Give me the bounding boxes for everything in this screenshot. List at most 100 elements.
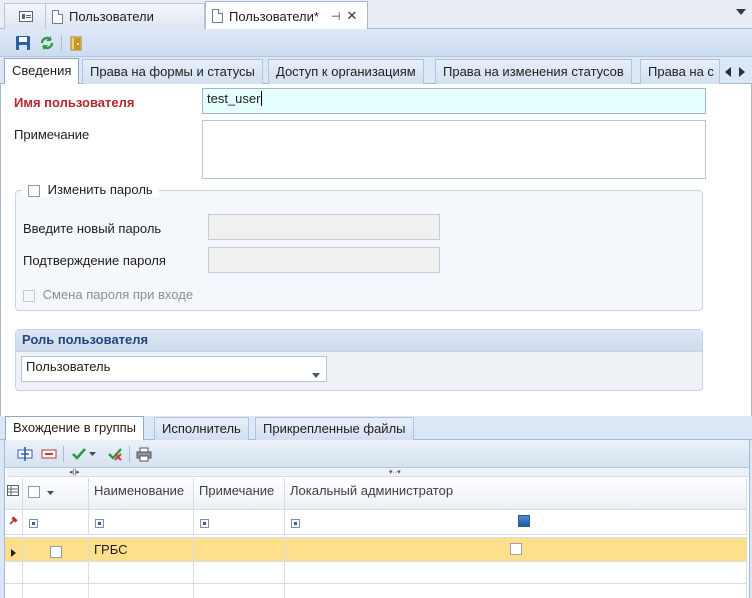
- empty-row: [5, 584, 23, 598]
- role-value: Пользователь: [26, 359, 111, 374]
- username-value: test_user: [207, 91, 261, 106]
- uncheck-button[interactable]: [105, 444, 125, 464]
- role-select[interactable]: Пользователь: [21, 356, 327, 382]
- row-admin-cell[interactable]: [285, 538, 747, 562]
- tab-group-membership[interactable]: Вхождение в группы: [5, 416, 145, 441]
- tabs-dropdown-icon[interactable]: [736, 9, 746, 15]
- details-panel: Имя пользователя test_user Примечание Из…: [0, 84, 752, 416]
- save-button[interactable]: [13, 33, 33, 53]
- grid-splitter[interactable]: ◂||▸ ▾··▾: [7, 468, 749, 477]
- row-select-cell[interactable]: [23, 538, 89, 562]
- pin-icon[interactable]: ⊣: [331, 10, 341, 23]
- role-group: Роль пользователя Пользователь: [15, 329, 703, 391]
- tab-form-rights[interactable]: Права на формы и статусы: [82, 59, 263, 84]
- row-note-cell[interactable]: [194, 538, 285, 562]
- change-password-toggle[interactable]: Изменить пароль: [22, 182, 159, 197]
- column-chooser-button[interactable]: [5, 478, 23, 510]
- new-password-label: Введите новый пароль: [23, 221, 162, 236]
- role-label: Роль пользователя: [16, 330, 702, 352]
- filter-note-cell[interactable]: [194, 510, 285, 535]
- change-password-checkbox[interactable]: [28, 184, 40, 197]
- empty-row: [194, 584, 285, 598]
- filter-icon: [291, 519, 300, 528]
- column-header-name[interactable]: Наименование: [89, 478, 194, 510]
- toolbar-separator: [61, 35, 62, 51]
- password-group: Изменить пароль Введите новый пароль Под…: [15, 182, 703, 311]
- check-button[interactable]: [69, 444, 89, 464]
- username-field[interactable]: test_user: [202, 88, 706, 114]
- select-all-checkbox[interactable]: [28, 485, 40, 498]
- tab-rights-more[interactable]: Права на с: [640, 59, 720, 84]
- chevron-down-icon: [312, 366, 320, 381]
- exit-button[interactable]: [67, 33, 87, 53]
- confirm-password-field[interactable]: [208, 247, 440, 273]
- filter-pin-icon: [9, 516, 18, 525]
- change-on-login-option[interactable]: Смена пароля при входе: [23, 287, 193, 302]
- document-tabs: Пользователи Пользователи* ⊣ ✕: [0, 0, 752, 30]
- details-tabs: Сведения Права на формы и статусы Доступ…: [0, 57, 752, 85]
- empty-row: [285, 584, 747, 598]
- change-on-login-checkbox[interactable]: [23, 289, 35, 302]
- empty-row: [89, 562, 194, 584]
- scroll-right-icon[interactable]: [739, 65, 746, 80]
- check-dropdown-button[interactable]: [87, 444, 97, 464]
- print-icon: [136, 447, 152, 461]
- splitter-grip-icon: ◂||▸: [69, 469, 80, 476]
- column-header-note[interactable]: Примечание: [194, 478, 285, 510]
- refresh-button[interactable]: [37, 33, 57, 53]
- chevron-down-icon: [88, 452, 96, 456]
- change-password-label: Изменить пароль: [47, 182, 153, 197]
- empty-row: [5, 562, 23, 584]
- refresh-icon: [40, 36, 54, 50]
- current-row-arrow-icon: [11, 549, 16, 557]
- tab-label: Пользователи*: [229, 8, 319, 24]
- filter-admin-checkbox[interactable]: [518, 515, 530, 527]
- tab-org-access[interactable]: Доступ к организациям: [268, 59, 424, 84]
- tab-users-list[interactable]: Пользователи: [45, 3, 205, 29]
- exit-door-icon: [70, 36, 82, 51]
- close-icon[interactable]: ✕: [347, 8, 358, 24]
- select-all-header[interactable]: [23, 478, 89, 510]
- change-on-login-label: Смена пароля при входе: [42, 287, 194, 302]
- form-icon: [19, 11, 33, 22]
- tab-executor[interactable]: Исполнитель: [154, 417, 249, 440]
- add-row-button[interactable]: [15, 444, 35, 464]
- document-icon: [52, 9, 63, 24]
- column-header-local-admin[interactable]: Локальный администратор: [285, 478, 747, 510]
- add-row-icon: [17, 447, 33, 461]
- uncheck-icon: [108, 448, 122, 461]
- filter-icon: [29, 519, 38, 528]
- save-icon: [16, 36, 30, 50]
- filter-cell[interactable]: [23, 510, 89, 535]
- groups-grid: ◂||▸ ▾··▾ Наименование Примечание Локаль…: [4, 468, 750, 598]
- chevron-down-icon: [46, 491, 54, 495]
- scroll-left-icon[interactable]: [725, 65, 732, 80]
- row-indicator: [5, 538, 23, 562]
- row-select-checkbox[interactable]: [50, 545, 62, 558]
- note-field[interactable]: [202, 120, 706, 179]
- print-button[interactable]: [134, 444, 154, 464]
- row-name-cell[interactable]: ГРБС: [89, 538, 194, 562]
- tab-form-list[interactable]: [4, 3, 46, 29]
- delete-row-icon: [41, 449, 57, 459]
- tab-details[interactable]: Сведения: [4, 58, 80, 85]
- toolbar-separator: [63, 446, 64, 462]
- new-password-field[interactable]: [208, 214, 440, 240]
- tab-status-rights[interactable]: Права на изменения статусов: [435, 59, 632, 84]
- filter-admin-cell[interactable]: [285, 510, 747, 535]
- empty-row: [23, 584, 89, 598]
- group-tabs: Вхождение в группы Исполнитель Прикрепле…: [0, 416, 752, 441]
- username-label: Имя пользователя: [14, 95, 135, 110]
- empty-row: [89, 584, 194, 598]
- toolbar-separator: [129, 446, 130, 462]
- filter-name-cell[interactable]: [89, 510, 194, 535]
- grid-toolbar: [4, 440, 750, 468]
- tab-users-edit[interactable]: Пользователи* ⊣ ✕: [205, 1, 368, 30]
- delete-row-button[interactable]: [39, 444, 59, 464]
- row-admin-checkbox[interactable]: [510, 543, 522, 555]
- filter-row-indicator: [5, 510, 23, 535]
- check-icon: [72, 448, 86, 460]
- splitter-grip-icon: ▾··▾: [389, 469, 401, 476]
- main-toolbar: [0, 29, 752, 57]
- tab-attached-files[interactable]: Прикрепленные файлы: [255, 417, 414, 440]
